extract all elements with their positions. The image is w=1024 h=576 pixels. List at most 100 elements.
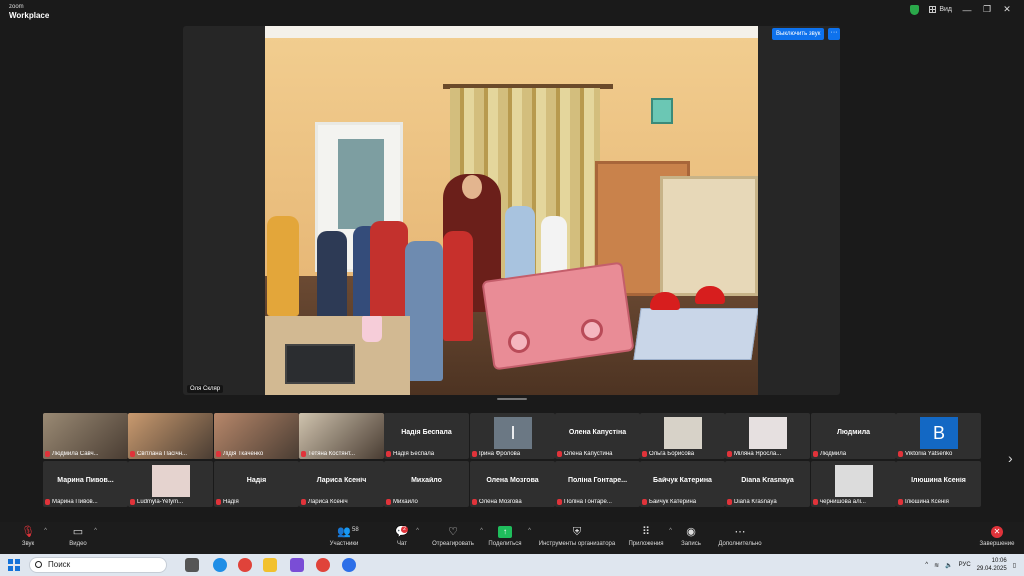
close-window-button[interactable]: ✕ [1002, 4, 1012, 15]
chat-options-caret[interactable]: ^ [416, 528, 419, 534]
participant-tile[interactable]: Людмила Савч... [43, 413, 128, 459]
clock[interactable]: 10:06 29.04.2025 [977, 557, 1007, 573]
task-view-icon[interactable] [185, 558, 199, 572]
end-meeting-button[interactable]: ✕ Завершение [978, 526, 1016, 547]
participant-tile[interactable]: Михайло Михайло [384, 461, 469, 507]
participant-tile[interactable]: Лариса Ксеніч Лариса Ксеніч [299, 461, 384, 507]
participant-tile[interactable]: Марина Пивов... Марина Пивов... [43, 461, 128, 507]
mic-muted-icon: 🎙 [21, 526, 35, 538]
mic-muted-icon [642, 499, 647, 505]
avatar-initial: І [510, 423, 516, 443]
participant-display-name: Михайло [411, 477, 442, 484]
wifi-icon[interactable]: ≋ [934, 562, 939, 569]
participant-tile[interactable]: Надія Беспала Надія Беспала [384, 413, 469, 459]
apps-icon: ⠿ [641, 526, 651, 538]
toy-shelf [660, 176, 758, 296]
participant-tile[interactable]: B Viktoriia Yatsenko [896, 413, 981, 459]
participant-tile[interactable]: Diana Krasnaya Diana Krasnaya [725, 461, 810, 507]
mic-muted-icon [386, 451, 391, 457]
child-figure [443, 231, 473, 341]
participants-button[interactable]: 👥 Участники 58 [326, 526, 362, 547]
file-explorer-icon[interactable] [263, 558, 277, 572]
participant-tile[interactable]: Надія Надія [214, 461, 299, 507]
chrome-icon[interactable] [238, 558, 252, 572]
participant-name-label: Надія [216, 499, 297, 505]
participant-tile[interactable]: Олена Мозгова Олена Мозгова [470, 461, 555, 507]
participant-name-label: Ольга Борисова [642, 451, 723, 457]
participant-tile[interactable]: Ольга Борисова [640, 413, 725, 459]
apps-button[interactable]: ⠿ Приложения ^ [627, 526, 672, 547]
participant-tile[interactable]: Олена Капустіна Олена Капустина [555, 413, 640, 459]
record-button[interactable]: ◉ Запись [680, 526, 702, 547]
child-figure [370, 221, 408, 331]
taskbar-search-box[interactable]: Поиск [29, 557, 167, 573]
participant-tile[interactable]: І Ірина Фролова [470, 413, 555, 459]
participant-tile[interactable]: Людмила Людмила [811, 413, 896, 459]
zoom-window: zoom Workplace Вид — ❐ ✕ Оля Скляр Выклю… [0, 0, 1024, 576]
notifications-icon[interactable]: ▯ [1013, 562, 1016, 569]
unmute-participant-button[interactable]: Выключить звук [772, 28, 825, 40]
participant-tile[interactable]: Ілюшина Ксенія Ілюшина Ксенія [896, 461, 981, 507]
chat-unread-badge: 2 [401, 526, 408, 533]
maximize-button[interactable]: ❐ [982, 4, 992, 15]
child-figure [405, 241, 443, 381]
apps-options-caret[interactable]: ^ [669, 528, 672, 534]
share-options-caret[interactable]: ^ [528, 528, 531, 534]
chat-button[interactable]: 💬 2 Чат ^ [392, 526, 419, 547]
audio-options-caret[interactable]: ^ [44, 528, 47, 534]
participant-name-label: Ludmyla-Yefym... [130, 499, 211, 505]
mic-muted-icon [386, 499, 391, 505]
mic-muted-icon [301, 451, 306, 457]
mic-muted-icon [557, 451, 562, 457]
participant-display-name: Олена Мозгова [486, 477, 539, 484]
participant-name-label: Поліна Гонтаре... [557, 499, 638, 505]
camera-icon: ▭ [72, 526, 84, 538]
participant-display-name: Ілюшина Ксенія [911, 477, 966, 484]
participant-tile[interactable]: Світлана Пасічн... [128, 413, 213, 459]
video-options-caret[interactable]: ^ [94, 528, 97, 534]
edge-icon[interactable] [213, 558, 227, 572]
language-indicator[interactable]: РУС [959, 562, 971, 568]
child-figure [317, 231, 347, 326]
participant-name-label: Тетяна Костянт... [301, 451, 382, 457]
mic-muted-icon [727, 451, 732, 457]
viber-icon[interactable] [290, 558, 304, 572]
host-tools-button[interactable]: ⛨ Инструменты организатора [535, 526, 619, 547]
participant-tile[interactable]: Міляна Яросла... [725, 413, 810, 459]
participant-tile[interactable]: чернишова алі... [811, 461, 896, 507]
volume-icon[interactable]: 🔈 [945, 562, 952, 569]
participant-tile[interactable]: Поліна Гонтаре... Поліна Гонтаре... [555, 461, 640, 507]
participant-tile[interactable]: Байчук Катерина Байчук Катерина [640, 461, 725, 507]
minimize-button[interactable]: — [962, 5, 972, 15]
tray-chevron-icon[interactable]: ^ [925, 562, 928, 568]
teacher-head [462, 175, 482, 199]
chrome-profile-icon[interactable] [316, 558, 330, 572]
participant-tile[interactable]: Лідія Ткаченко [214, 413, 299, 459]
security-shield-icon[interactable] [910, 4, 920, 15]
heart-icon: ♡ [448, 526, 458, 538]
audio-button[interactable]: 🎙 Звук ^ [16, 526, 47, 547]
windows-start-icon[interactable] [8, 559, 20, 571]
participant-name-label: Байчук Катерина [642, 499, 723, 505]
participant-tile[interactable]: Тетяна Костянт... [299, 413, 384, 459]
resize-handle[interactable] [497, 398, 527, 400]
participant-name-label: Надія Беспала [386, 451, 467, 457]
shield-icon: ⛨ [572, 526, 582, 538]
participant-name-label: Світлана Пасічн... [130, 451, 211, 457]
participant-display-name: Марина Пивов... [57, 477, 114, 484]
zoom-taskbar-icon[interactable] [342, 558, 356, 572]
record-icon: ◉ [686, 526, 696, 538]
video-button[interactable]: ▭ Видео ^ [66, 526, 97, 547]
reactions-options-caret[interactable]: ^ [480, 528, 483, 534]
reactions-button[interactable]: ♡ Отреагировать ^ [430, 526, 483, 547]
mic-muted-icon [472, 499, 477, 505]
view-button[interactable]: Вид [929, 6, 952, 13]
participant-tile[interactable]: Ludmyla-Yefym... [128, 461, 213, 507]
share-screen-button[interactable]: ↑ Поделиться ^ [486, 526, 531, 547]
more-button[interactable]: ⋯ Дополнительно [716, 526, 764, 547]
mic-muted-icon [813, 499, 818, 505]
more-options-button[interactable]: ··· [828, 28, 840, 40]
active-speaker-video[interactable]: Оля Скляр [183, 26, 840, 395]
table [633, 308, 758, 360]
next-page-arrow-icon[interactable]: › [1008, 450, 1013, 466]
